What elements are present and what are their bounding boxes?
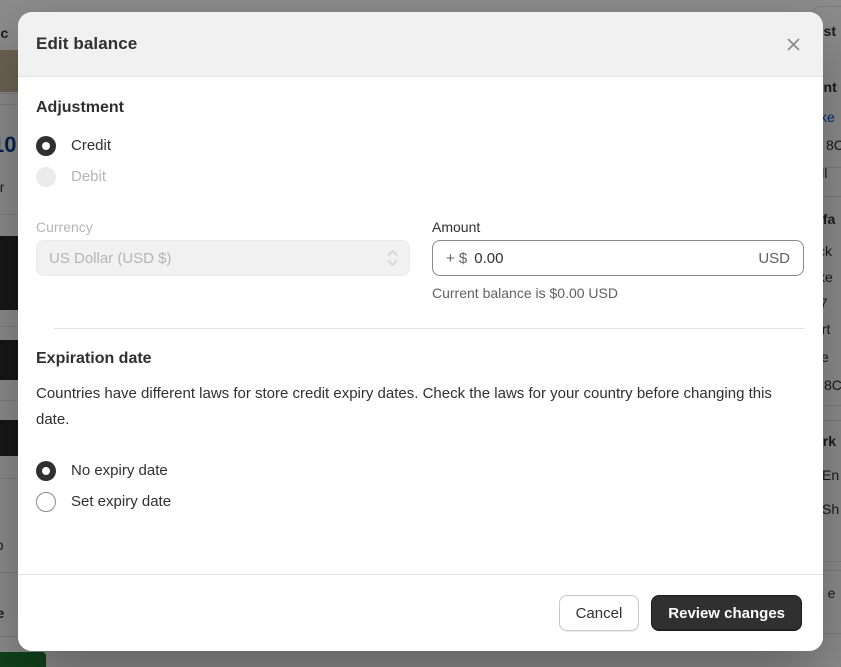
modal-body: Adjustment Credit Debit Currency US Doll… [18,77,823,574]
currency-label: Currency [36,219,93,235]
radio-no-expiry-label: No expiry date [71,462,168,479]
screen-root: t c 10 ur ho ne ust ont ke 8C ill [0,0,841,667]
close-icon-button[interactable] [777,28,809,60]
radio-option-debit: Debit [36,161,805,192]
modal-title: Edit balance [36,34,138,53]
currency-select: US Dollar (USD $) [36,240,410,276]
radio-credit-label: Credit [71,137,112,154]
radio-debit-indicator [36,166,56,187]
current-balance-helper: Current balance is $0.00 USD [432,285,618,301]
amount-input-wrapper[interactable]: + $ USD [432,240,804,276]
radio-set-expiry-indicator [36,491,56,512]
expiration-description: Countries have different laws for store … [36,385,772,428]
radio-set-expiry-label: Set expiry date [71,493,172,510]
amount-field: Amount + $ USD Current balance is $0.00 … [432,219,804,301]
amount-currency-suffix: USD [758,249,790,267]
modal-header: Edit balance [18,12,823,77]
currency-select-value: US Dollar (USD $) [49,249,172,267]
radio-no-expiry-indicator [36,460,56,481]
currency-amount-row: Currency US Dollar (USD $) Amount + $ 0.… [36,219,805,301]
amount-input[interactable] [474,249,752,267]
review-changes-button[interactable]: Review changes [651,595,802,631]
expiration-title: Expiration date [36,350,152,367]
adjustment-section: Adjustment Credit Debit Currency US Doll… [36,99,805,301]
expiration-section: Expiration date Countries have different… [36,329,805,517]
edit-balance-modal: Edit balance Adjustment Credit Debit Cur… [18,12,823,651]
amount-prefix: + $ [446,249,468,267]
radio-debit-label: Debit [71,168,107,185]
radio-option-no-expiry[interactable]: No expiry date [36,455,805,486]
modal-footer: Cancel Review changes [18,574,823,651]
currency-field: Currency US Dollar (USD $) [36,219,410,301]
radio-option-credit[interactable]: Credit [36,130,805,161]
close-icon [785,36,802,53]
cancel-button[interactable]: Cancel [558,595,640,631]
amount-label: Amount [432,219,481,235]
radio-option-set-expiry[interactable]: Set expiry date [36,486,805,517]
chevron-up-down-icon [387,250,398,267]
radio-credit-indicator [36,135,56,156]
adjustment-title: Adjustment [36,99,124,116]
